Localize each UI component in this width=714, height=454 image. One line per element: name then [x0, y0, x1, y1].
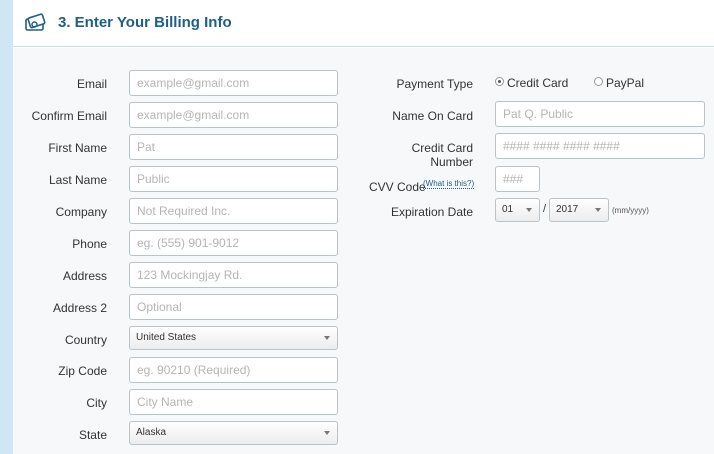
chevron-down-icon [595, 208, 601, 212]
paypal-radio[interactable] [594, 77, 603, 86]
zip-code-label: Zip Code [58, 364, 107, 378]
country-select[interactable]: United States [129, 326, 338, 350]
page-title: 3. Enter Your Billing Info [58, 14, 232, 31]
name-on-card-label: Name On Card [392, 109, 473, 123]
city-label: City [86, 396, 107, 410]
expiration-date-label: Expiration Date [390, 205, 473, 219]
payment-type-label: Payment Type [396, 77, 474, 91]
state-select[interactable]: Alaska [129, 421, 338, 445]
first-name-label: First Name [48, 141, 107, 155]
credit-card-radio[interactable] [495, 77, 504, 86]
chevron-down-icon [324, 431, 330, 435]
billing-money-icon [23, 12, 47, 34]
last-name-field[interactable]: Public [129, 166, 338, 192]
address-label: Address [62, 269, 107, 283]
expiration-month-value: 01 [502, 204, 514, 215]
chevron-down-icon [526, 208, 532, 212]
phone-field[interactable]: eg. (555) 901-9012 [129, 230, 338, 256]
country-label: Country [64, 333, 107, 347]
credit-card-radio-label[interactable]: Credit Card [507, 76, 568, 90]
address2-field[interactable]: Optional [129, 294, 338, 320]
card-number-label: Credit Card Number [411, 141, 473, 169]
expiration-year-value: 2017 [556, 204, 579, 215]
email-label: Email [76, 77, 107, 91]
country-select-value: United States [136, 332, 197, 343]
last-name-label: Last Name [48, 173, 107, 187]
card-number-field[interactable]: #### #### #### #### [495, 133, 705, 159]
email-field[interactable]: example@gmail.com [129, 70, 338, 96]
section-header: 3. Enter Your Billing Info [13, 0, 714, 47]
company-label: Company [55, 205, 107, 219]
city-field[interactable]: City Name [129, 389, 338, 415]
cvv-field[interactable]: ### [495, 166, 540, 192]
address2-label: Address 2 [52, 301, 107, 315]
confirm-email-field[interactable]: example@gmail.com [129, 102, 338, 128]
company-field[interactable]: Not Required Inc. [129, 198, 338, 224]
expiration-month-select[interactable]: 01 [495, 198, 540, 222]
expiration-separator: / [543, 203, 547, 215]
name-on-card-field[interactable]: Pat Q. Public [495, 101, 705, 127]
zip-code-field[interactable]: eg. 90210 (Required) [129, 357, 338, 383]
paypal-radio-label[interactable]: PayPal [606, 76, 644, 90]
left-edge-strip [0, 0, 13, 454]
cvv-label: CVV Code [369, 180, 426, 194]
expiration-year-select[interactable]: 2017 [549, 198, 609, 222]
address-field[interactable]: 123 Mockingjay Rd. [129, 262, 338, 288]
chevron-down-icon [324, 336, 330, 340]
phone-label: Phone [72, 237, 107, 251]
expiration-format-hint: (mm/yyyy) [612, 206, 649, 215]
confirm-email-label: Confirm Email [31, 109, 107, 123]
state-select-value: Alaska [136, 427, 167, 438]
state-label: State [78, 428, 107, 442]
cvv-help-link[interactable]: (What is this?) [423, 179, 475, 189]
first-name-field[interactable]: Pat [129, 134, 338, 160]
